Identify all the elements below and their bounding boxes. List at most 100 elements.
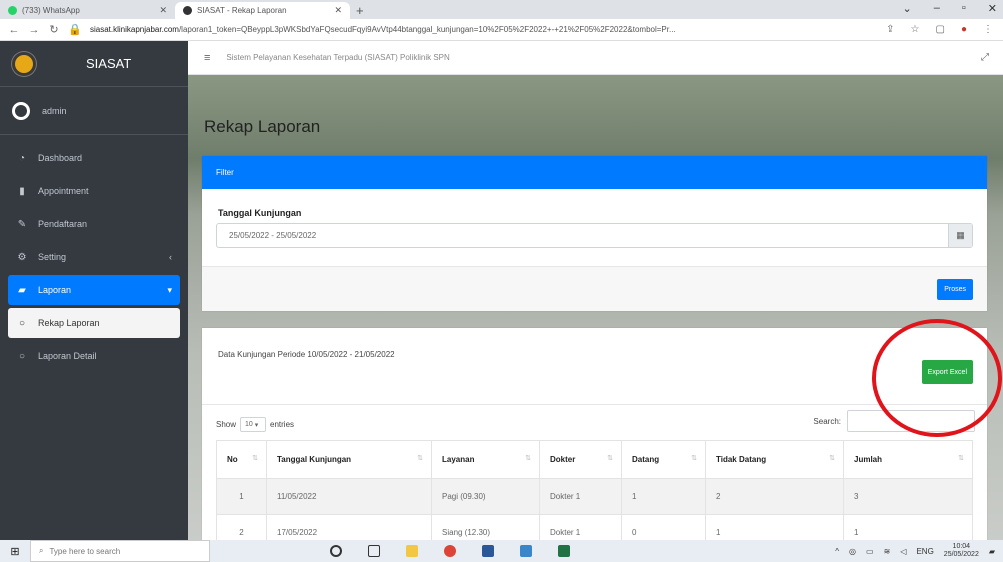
minimize-button[interactable]: –: [934, 2, 940, 15]
close-icon[interactable]: ✕: [159, 5, 167, 16]
user-panel[interactable]: admin: [0, 87, 188, 135]
volume-icon[interactable]: ◁: [900, 547, 906, 556]
column-header-layanan[interactable]: Layanan ⇅: [431, 440, 540, 479]
page-title: Rekap Laporan: [204, 117, 321, 136]
entries-select[interactable]: 10 ▾: [240, 417, 267, 432]
table-cell: Pagi (09.30): [431, 478, 540, 515]
sidebar-menu: ◔ Dashboard ▮ Appointment ✎ Pendaftaran …: [0, 135, 188, 371]
bookmark-star-icon[interactable]: ☆: [911, 24, 920, 35]
reload-icon[interactable]: ↻: [48, 23, 60, 36]
clock-time: 10:04: [952, 543, 971, 550]
calendar-icon[interactable]: ▦: [948, 224, 972, 247]
sidebar: SIASAT admin ◔ Dashboard ▮ Appointment ✎…: [0, 41, 188, 540]
sidebar-item-label: Pendaftaran: [38, 219, 88, 229]
circle-icon: ○: [18, 350, 26, 362]
tab-label: (733) WhatsApp: [22, 6, 80, 15]
search-input[interactable]: [847, 410, 975, 432]
menu-dots-icon[interactable]: ⋮: [983, 24, 993, 35]
notifications-icon[interactable]: ▰: [989, 547, 995, 556]
cortana-icon[interactable]: [330, 545, 342, 557]
taskbar-search[interactable]: ⌕ Type here to search: [30, 540, 210, 562]
edit-icon: ✎: [17, 218, 27, 230]
share-icon[interactable]: ⇪: [886, 24, 894, 35]
column-header-label: Dokter: [550, 455, 576, 464]
lock-icon[interactable]: 🔒: [68, 23, 82, 36]
sidebar-item-label: Appointment: [38, 186, 89, 196]
column-header-label: Tidak Datang: [716, 455, 767, 464]
brand[interactable]: SIASAT: [0, 41, 188, 87]
sidebar-item-rekap-laporan[interactable]: ○ Rekap Laporan: [8, 308, 180, 338]
fullscreen-icon[interactable]: ⤢: [981, 52, 989, 63]
table-cell: 1: [216, 478, 267, 515]
sidebar-item-laporan-detail[interactable]: ○ Laporan Detail: [8, 341, 180, 371]
task-view-icon[interactable]: [368, 545, 380, 557]
word-icon[interactable]: [482, 545, 494, 557]
chevron-down-icon: ▾: [167, 284, 172, 295]
column-header-tidak-datang[interactable]: Tidak Datang ⇅: [705, 440, 844, 479]
battery-icon[interactable]: ▭: [866, 547, 874, 556]
circle-icon: ○: [18, 317, 26, 329]
tab-search-icon[interactable]: ▢: [936, 24, 945, 35]
windows-start-icon[interactable]: ⊞: [0, 545, 30, 558]
browser-tabbar: (733) WhatsApp ✕ SIASAT - Rekap Laporan …: [0, 0, 1003, 19]
excel-icon[interactable]: [558, 545, 570, 557]
sidebar-item-appointment[interactable]: ▮ Appointment: [8, 176, 180, 206]
sidebar-item-laporan[interactable]: ▰ Laporan ▾: [8, 275, 180, 305]
close-icon[interactable]: ✕: [334, 5, 342, 16]
column-header-datang[interactable]: Datang ⇅: [621, 440, 706, 479]
browser-tab-whatsapp[interactable]: (733) WhatsApp ✕: [0, 2, 175, 19]
tab-label: SIASAT - Rekap Laporan: [197, 6, 287, 15]
network-icon[interactable]: ◎: [849, 547, 856, 556]
sort-icon: ⇅: [829, 455, 835, 462]
sidebar-item-label: Setting: [38, 252, 67, 262]
maximize-button[interactable]: ▫: [962, 2, 966, 15]
entries-label: entries: [270, 420, 295, 429]
photos-icon[interactable]: [520, 545, 532, 557]
sidebar-item-pendaftaran[interactable]: ✎ Pendaftaran: [8, 209, 180, 239]
url-input[interactable]: siasat.klinikapnjabar.com/laporan1_token…: [90, 25, 870, 34]
taskbar: ⊞ ⌕ Type here to search ^ ◎ ▭ ≋ ◁ ENG 10…: [0, 540, 1003, 562]
whatsapp-icon: [8, 6, 17, 15]
data-card-title: Data Kunjungan Periode 10/05/2022 - 21/0…: [218, 350, 395, 359]
proses-button[interactable]: Proses: [937, 279, 973, 300]
column-header-dokter[interactable]: Dokter ⇅: [539, 440, 622, 479]
sort-icon: ⇅: [691, 455, 697, 462]
table-row: 2 17/05/2022 Siang (12.30) Dokter 1 0 1 …: [216, 514, 973, 540]
profile-icon[interactable]: ●: [961, 24, 967, 35]
sidebar-item-setting[interactable]: ⚙ Setting ‹: [8, 242, 180, 272]
forward-icon[interactable]: →: [28, 24, 40, 36]
sidebar-item-dashboard[interactable]: ◔ Dashboard: [8, 143, 180, 173]
sidebar-item-label: Rekap Laporan: [38, 318, 100, 328]
close-window-button[interactable]: ✕: [988, 2, 997, 15]
table-header-row: No ⇅ Tanggal Kunjungan ⇅ Layanan ⇅ Dokter ⇅ …: [216, 440, 973, 479]
column-header-label: No: [227, 455, 238, 464]
filter-card-header: Filter: [202, 156, 987, 189]
clock[interactable]: 10:04 25/05/2022: [944, 543, 979, 559]
column-header-jumlah[interactable]: Jumlah ⇅: [843, 440, 973, 479]
user-name: admin: [42, 105, 67, 116]
hamburger-menu-icon[interactable]: ≡: [204, 52, 210, 64]
filter-card: Filter Tanggal Kunjungan 25/05/2022 - 25…: [202, 156, 987, 311]
table-cell: 2: [705, 478, 844, 515]
chrome-icon[interactable]: [444, 545, 456, 557]
tray-chevron-icon[interactable]: ^: [835, 547, 839, 556]
date-range-input[interactable]: 25/05/2022 - 25/05/2022 ▦: [216, 223, 973, 248]
book-icon: ▰: [18, 284, 26, 296]
data-card: Data Kunjungan Periode 10/05/2022 - 21/0…: [202, 328, 987, 540]
back-icon[interactable]: ←: [8, 24, 20, 36]
browser-tab-siasat[interactable]: SIASAT - Rekap Laporan ✕: [175, 2, 350, 19]
export-excel-button[interactable]: Export Excel: [921, 360, 973, 384]
file-explorer-icon[interactable]: [406, 545, 418, 557]
table-cell: Siang (12.30): [431, 514, 540, 540]
chevron-down-icon[interactable]: ⌄: [903, 2, 912, 15]
search-icon: ⌕: [39, 546, 44, 555]
wifi-icon[interactable]: ≋: [884, 547, 891, 556]
column-header-tanggal[interactable]: Tanggal Kunjungan ⇅: [266, 440, 432, 479]
column-header-no[interactable]: No ⇅: [216, 440, 267, 479]
new-tab-button[interactable]: +: [356, 2, 364, 19]
table-cell: 3: [843, 478, 973, 515]
divider: [202, 404, 987, 405]
user-avatar-icon: [12, 101, 30, 120]
language-icon[interactable]: ENG: [916, 547, 933, 556]
table-cell: 1: [843, 514, 973, 540]
